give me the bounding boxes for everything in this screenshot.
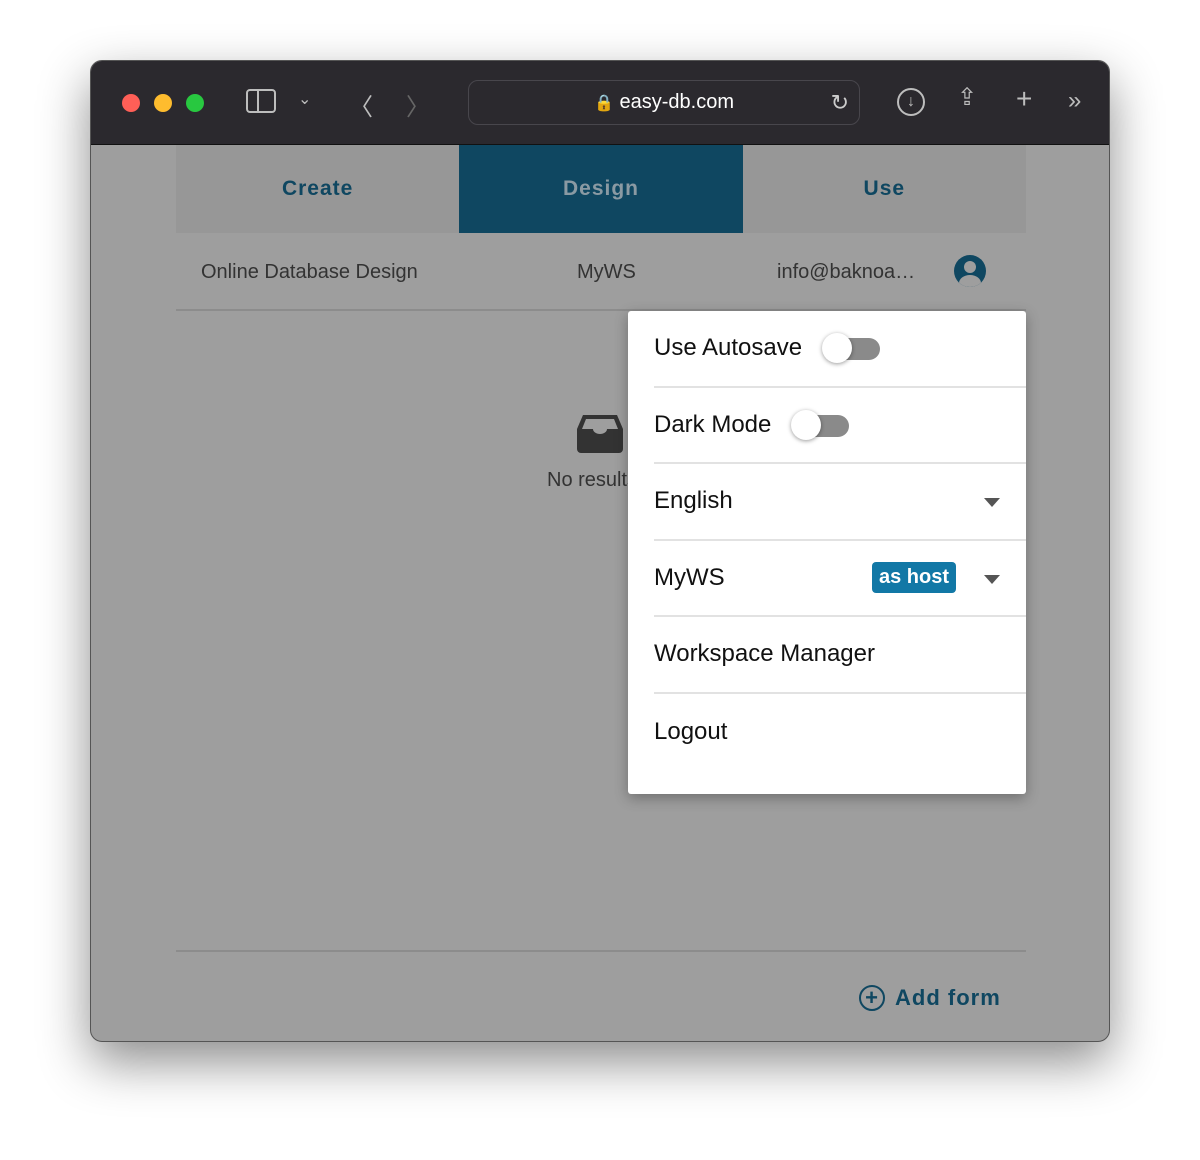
more-tabs-icon[interactable]: » <box>1068 87 1081 115</box>
app-name: Online Database Design <box>201 261 418 283</box>
main-tabs: Create Design Use <box>176 145 1026 233</box>
download-icon[interactable]: ↓ <box>897 88 925 116</box>
address-bar[interactable]: 🔒 easy-db.com ↻ <box>468 80 860 125</box>
workspace-manager-item[interactable]: Workspace Manager <box>654 617 1026 694</box>
chevron-down-icon[interactable]: ⌄ <box>298 89 311 109</box>
sidebar-icon[interactable] <box>246 89 276 113</box>
dark-mode-toggle[interactable] <box>791 409 850 440</box>
close-window-button[interactable] <box>122 94 140 112</box>
workspace-manager-label: Workspace Manager <box>654 640 875 668</box>
user-menu: Use Autosave Dark Mode English MyWS as h… <box>628 311 1026 794</box>
minimize-window-button[interactable] <box>154 94 172 112</box>
forward-icon: 〉 <box>406 94 430 121</box>
page-content: Create Design Use Online Database Design… <box>91 145 1109 1041</box>
plus-circle-icon: + <box>859 985 885 1011</box>
tab-create[interactable]: Create <box>176 145 459 233</box>
app-header: Online Database Design MyWS info@baknoa… <box>176 233 1026 311</box>
user-email[interactable]: info@baknoa… <box>777 261 915 284</box>
language-value: English <box>654 487 733 515</box>
user-avatar-icon[interactable] <box>954 255 986 287</box>
caret-down-icon <box>984 574 1000 584</box>
share-icon[interactable]: ⇪ <box>957 83 977 112</box>
workspace-name[interactable]: MyWS <box>577 261 636 284</box>
back-icon[interactable]: 〈 <box>349 87 373 122</box>
caret-down-icon <box>984 498 1000 507</box>
role-badge: as host <box>871 561 956 593</box>
url-text: easy-db.com <box>619 91 734 113</box>
menu-item-autosave: Use Autosave <box>654 311 1026 388</box>
language-select[interactable]: English <box>654 464 1026 541</box>
menu-item-dark-mode: Dark Mode <box>654 388 1026 464</box>
browser-toolbar: ⌄ 〈 〉 🔒 easy-db.com ↻ ↓ ⇪ + » <box>91 61 1109 145</box>
logout-item[interactable]: Logout <box>654 694 1026 771</box>
logout-label: Logout <box>654 717 728 745</box>
autosave-toggle[interactable] <box>822 333 881 364</box>
browser-window: ⌄ 〈 〉 🔒 easy-db.com ↻ ↓ ⇪ + » Create Desi… <box>90 60 1110 1042</box>
divider <box>176 950 1026 952</box>
add-form-label: Add form <box>895 985 1001 1010</box>
lock-icon: 🔒 <box>594 95 614 112</box>
zoom-window-button[interactable] <box>186 94 204 112</box>
add-form-button[interactable]: + Add form <box>859 985 1001 1011</box>
tab-use[interactable]: Use <box>743 145 1026 233</box>
autosave-label: Use Autosave <box>654 334 803 362</box>
workspace-value: MyWS <box>654 563 725 591</box>
reload-icon[interactable]: ↻ <box>831 81 849 124</box>
dark-mode-label: Dark Mode <box>654 410 772 438</box>
empty-state-text: No results <box>547 469 638 491</box>
tab-design[interactable]: Design <box>459 145 743 233</box>
inbox-icon <box>577 415 623 453</box>
new-tab-icon[interactable]: + <box>1016 83 1032 115</box>
workspace-select[interactable]: MyWS as host <box>654 541 1026 617</box>
